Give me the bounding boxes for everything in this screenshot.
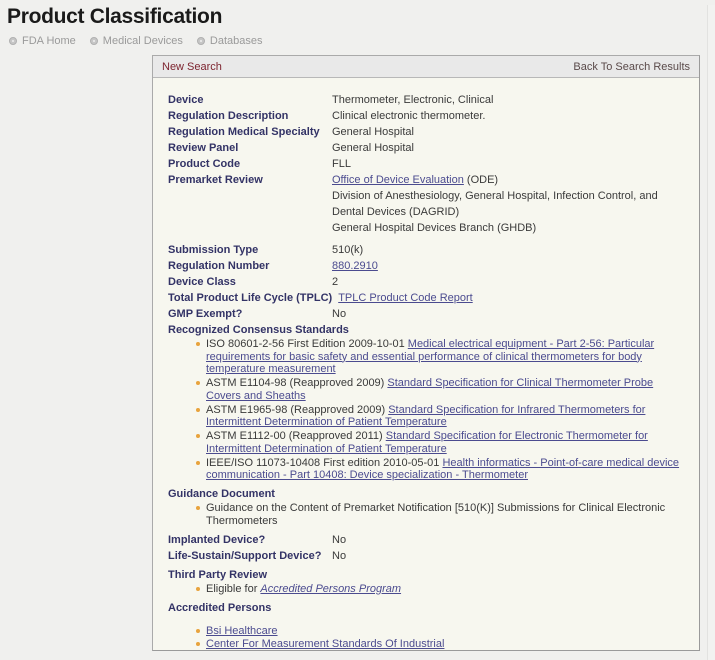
field-label-life-sustain-support-device: Life-Sustain/Support Device? xyxy=(168,549,322,562)
page-title: Product Classification xyxy=(7,5,223,28)
third-party-review-list: Eligible for Accredited Persons Program xyxy=(168,583,689,597)
consensus-standards-list: ISO 80601-2-56 First Edition 2009-10-01 … xyxy=(168,338,689,483)
field-value-tplc: TPLC Product Code Report xyxy=(338,290,689,306)
accredited-person-link[interactable]: Center For Measurement Standards Of Indu… xyxy=(206,638,444,650)
field-value-device-class: 2 xyxy=(332,276,339,288)
field-row-device-class: Device Class 2 xyxy=(168,274,689,290)
breadcrumb-link-databases[interactable]: Databases xyxy=(210,35,263,47)
page-right-edge xyxy=(707,5,715,660)
field-label-device-class: Device Class xyxy=(168,276,236,288)
field-label-review-panel: Review Panel xyxy=(168,142,239,154)
field-row-review-panel: Review Panel General Hospital xyxy=(168,140,689,156)
field-label-implanted-device: Implanted Device? xyxy=(168,533,266,546)
breadcrumb-item-medical-devices[interactable]: Medical Devices xyxy=(89,35,183,47)
premarket-review-line-2: Division of Anesthesiology, General Hosp… xyxy=(332,190,658,218)
standard-designation: ASTM E1104-98 (Reapproved 2009) xyxy=(206,377,388,389)
field-label-regulation-medical-specialty: Regulation Medical Specialty xyxy=(168,126,320,138)
field-row-device: Device Thermometer, Electronic, Clinical xyxy=(168,92,689,108)
field-label-regulation-number: Regulation Number xyxy=(168,260,270,272)
guidance-document-link[interactable]: Guidance on the Content of Premarket Not… xyxy=(206,502,665,527)
field-value-submission-type: 510(k) xyxy=(332,244,364,256)
list-item: Eligible for Accredited Persons Program xyxy=(196,583,689,597)
tplc-product-code-report-link[interactable]: TPLC Product Code Report xyxy=(338,292,473,304)
breadcrumb-link-medical-devices[interactable]: Medical Devices xyxy=(103,35,183,47)
field-value-device: Thermometer, Electronic, Clinical xyxy=(332,94,494,106)
field-row-life-sustain-support-device: Life-Sustain/Support Device? No xyxy=(168,548,689,564)
new-search-link[interactable]: New Search xyxy=(162,61,222,73)
standard-designation: ISO 80601-2-56 First Edition 2009-10-01 xyxy=(206,338,408,350)
field-value-regulation-medical-specialty: General Hospital xyxy=(332,126,414,138)
field-label-device: Device xyxy=(168,94,204,106)
section-heading-consensus-standards: Recognized Consensus Standards xyxy=(168,324,349,336)
field-row-product-code: Product Code FLL xyxy=(168,156,689,172)
field-row-tplc: Total Product Life Cycle (TPLC) TPLC Pro… xyxy=(168,290,689,306)
standard-designation: IEEE/ISO 11073-10408 First edition 2010-… xyxy=(206,456,443,469)
bullet-dot-icon xyxy=(89,37,98,45)
list-item: ASTM E1965-98 (Reapproved 2009) Standard… xyxy=(196,404,689,431)
accredited-person-link[interactable]: Bsi Healthcare xyxy=(206,625,278,637)
field-row-regulation-number: Regulation Number 880.2910 xyxy=(168,258,689,274)
section-heading-guidance-document: Guidance Document xyxy=(168,488,275,500)
field-label-submission-type: Submission Type xyxy=(168,244,259,256)
list-item: Guidance on the Content of Premarket Not… xyxy=(196,502,689,529)
breadcrumb-item-databases[interactable]: Databases xyxy=(196,35,263,47)
eligible-for-text: Eligible for xyxy=(206,582,261,595)
field-value-regulation-number: 880.2910 xyxy=(332,258,689,274)
accredited-persons-list: Bsi Healthcare Center For Measurement St… xyxy=(168,625,689,650)
field-label-tplc: Total Product Life Cycle (TPLC) xyxy=(168,292,333,304)
back-to-search-results-link[interactable]: Back To Search Results xyxy=(573,61,690,73)
list-item: ASTM E1104-98 (Reapproved 2009) Standard… xyxy=(196,377,689,404)
field-label-regulation-description: Regulation Description xyxy=(168,110,289,122)
field-row-premarket-review: Premarket Review Office of Device Evalua… xyxy=(168,172,689,236)
office-of-device-evaluation-link[interactable]: Office of Device Evaluation xyxy=(332,174,464,186)
breadcrumb-link-fda-home[interactable]: FDA Home xyxy=(22,35,76,47)
field-value-life-sustain-support-device: No xyxy=(332,549,347,562)
list-item: Bsi Healthcare xyxy=(196,625,689,639)
guidance-document-list: Guidance on the Content of Premarket Not… xyxy=(168,502,689,529)
list-item: ASTM E1112-00 (Reapproved 2011) Standard… xyxy=(196,430,689,457)
list-item: Center For Measurement Standards Of Indu… xyxy=(196,638,689,650)
standard-designation: ASTM E1965-98 (Reapproved 2009) xyxy=(206,403,389,416)
section-heading-third-party-review: Third Party Review xyxy=(168,568,268,581)
section-heading-accredited-persons: Accredited Persons xyxy=(168,601,272,614)
field-value-premarket-review: Office of Device Evaluation (ODE) Divisi… xyxy=(332,172,689,236)
field-value-product-code: FLL xyxy=(332,158,351,170)
field-value-implanted-device: No xyxy=(332,533,347,546)
panel-body: Device Thermometer, Electronic, Clinical… xyxy=(153,78,699,650)
premarket-review-ode-suffix: (ODE) xyxy=(463,174,499,186)
breadcrumb-item-fda-home[interactable]: FDA Home xyxy=(9,35,76,47)
panel-toolbar: New Search Back To Search Results xyxy=(153,56,699,78)
bullet-dot-icon xyxy=(196,37,205,45)
list-item: IEEE/ISO 11073-10408 First edition 2010-… xyxy=(196,457,689,484)
field-value-gmp-exempt: No xyxy=(332,308,347,320)
list-item: ISO 80601-2-56 First Edition 2009-10-01 … xyxy=(196,338,689,377)
classification-detail-panel: New Search Back To Search Results Device… xyxy=(152,55,700,651)
field-label-premarket-review: Premarket Review xyxy=(168,174,263,186)
field-row-regulation-medical-specialty: Regulation Medical Specialty General Hos… xyxy=(168,124,689,140)
accredited-persons-program-link[interactable]: Accredited Persons Program xyxy=(260,583,401,595)
field-value-regulation-description: Clinical electronic thermometer. xyxy=(332,110,486,122)
standard-designation: ASTM E1112-00 (Reapproved 2011) xyxy=(206,430,386,442)
bullet-dot-icon xyxy=(9,37,17,45)
field-row-regulation-description: Regulation Description Clinical electron… xyxy=(168,108,689,124)
field-value-review-panel: General Hospital xyxy=(332,142,414,154)
premarket-review-line-1: Office of Device Evaluation (ODE) xyxy=(332,172,689,188)
premarket-review-line-3: General Hospital Devices Branch (GHDB) xyxy=(332,222,537,234)
field-row-submission-type: Submission Type 510(k) xyxy=(168,242,689,258)
field-row-gmp-exempt: GMP Exempt? No xyxy=(168,306,689,322)
field-row-implanted-device: Implanted Device? No xyxy=(168,532,689,548)
regulation-number-link[interactable]: 880.2910 xyxy=(332,260,378,272)
field-label-product-code: Product Code xyxy=(168,158,241,170)
field-label-gmp-exempt: GMP Exempt? xyxy=(168,308,243,320)
breadcrumb: FDA Home Medical Devices Databases xyxy=(9,35,715,47)
